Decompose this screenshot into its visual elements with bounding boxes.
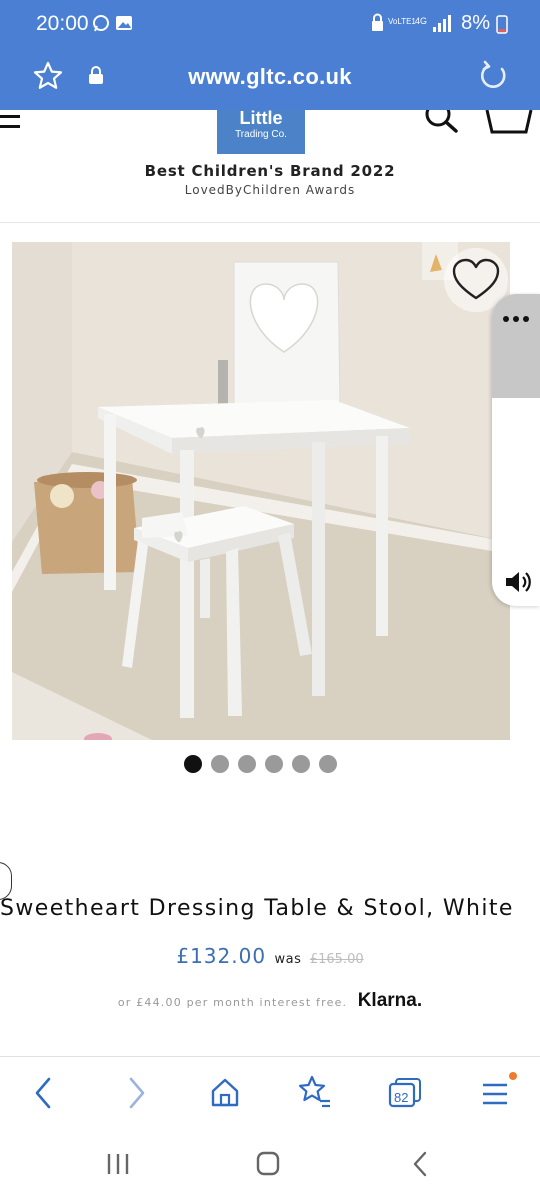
forward-button[interactable] (112, 1071, 160, 1115)
chevron-left-icon (35, 1077, 51, 1109)
side-panel-more[interactable] (492, 294, 540, 398)
recents-icon (107, 1154, 129, 1174)
was-label: was (274, 952, 302, 967)
status-time: 20:00 (36, 12, 89, 35)
volte-icon: VoLTE1 (388, 17, 416, 26)
site-header: Little Trading Co. Best Children's Brand… (0, 108, 540, 223)
price-row: £132.00 was £165.00 (0, 944, 540, 968)
product-image[interactable] (12, 242, 510, 740)
back-nav-icon (413, 1151, 427, 1177)
accessibility-icon[interactable] (0, 862, 12, 900)
logo-line2: Trading Co. (235, 129, 287, 140)
image-pagination (184, 755, 337, 773)
back-button[interactable] (20, 1071, 68, 1115)
status-bar: 20:00 VoLTE1 4G 8% (0, 0, 540, 50)
image-dot-4[interactable] (265, 755, 283, 773)
bookmarks-button[interactable] (290, 1071, 338, 1115)
signal-icon (433, 14, 452, 32)
home-icon (211, 1078, 239, 1107)
browser-url-bar[interactable]: www.gltc.co.uk (0, 50, 540, 110)
tab-count: 82 (394, 1090, 409, 1105)
gallery-icon (116, 16, 132, 30)
volume-icon[interactable] (504, 570, 532, 594)
basket-icon[interactable] (484, 110, 534, 136)
menu-icon[interactable] (0, 112, 22, 132)
tabs-button[interactable]: 82 (380, 1071, 428, 1115)
image-dot-6[interactable] (319, 755, 337, 773)
award-title: Best Children's Brand 2022 (144, 162, 396, 180)
product-title: Sweetheart Dressing Table & Stool, White (0, 896, 514, 921)
menu-button[interactable] (471, 1071, 519, 1115)
award-subtitle: LovedByChildren Awards (184, 183, 356, 197)
home-button[interactable] (201, 1071, 249, 1115)
chevron-right-icon (129, 1077, 145, 1109)
signal-icons: VoLTE1 4G (372, 13, 452, 32)
battery-percent: 8% (461, 12, 490, 34)
4g-icon: 4G (415, 16, 427, 26)
brand-logo[interactable]: Little Trading Co. (217, 108, 305, 154)
old-price: £165.00 (309, 952, 364, 967)
battery-icon (496, 14, 508, 34)
status-right: VoLTE1 4G 8% (371, 12, 508, 35)
klarna-row[interactable]: or £44.00 per month interest free. Klarn… (0, 990, 540, 1012)
logo-line1: Little (239, 108, 283, 128)
image-dot-3[interactable] (238, 755, 256, 773)
lock-icon (372, 13, 384, 31)
home-nav-button[interactable] (248, 1146, 288, 1182)
notification-icons (92, 14, 136, 39)
reload-icon[interactable] (476, 59, 510, 93)
klarna-logo[interactable]: Klarna. (358, 990, 422, 1011)
side-panel[interactable] (492, 294, 540, 606)
browser-toolbar: 82 (0, 1056, 540, 1129)
recents-button[interactable] (98, 1146, 138, 1182)
back-nav-button[interactable] (400, 1146, 440, 1182)
heart-icon (452, 258, 500, 300)
image-dot-5[interactable] (292, 755, 310, 773)
url-text[interactable]: www.gltc.co.uk (0, 64, 540, 90)
search-icon[interactable] (422, 110, 462, 134)
klarna-text: or £44.00 per month interest free. (117, 996, 348, 1009)
bookmark-star-icon (298, 1075, 330, 1108)
hamburger-menu-icon (483, 1072, 517, 1105)
whatsapp-icon (93, 15, 109, 32)
home-nav-icon (256, 1151, 280, 1176)
current-price: £132.00 (176, 944, 267, 968)
more-icon (503, 316, 529, 322)
system-nav-bar (0, 1128, 540, 1200)
image-dot-1[interactable] (184, 755, 202, 773)
image-dot-2[interactable] (211, 755, 229, 773)
